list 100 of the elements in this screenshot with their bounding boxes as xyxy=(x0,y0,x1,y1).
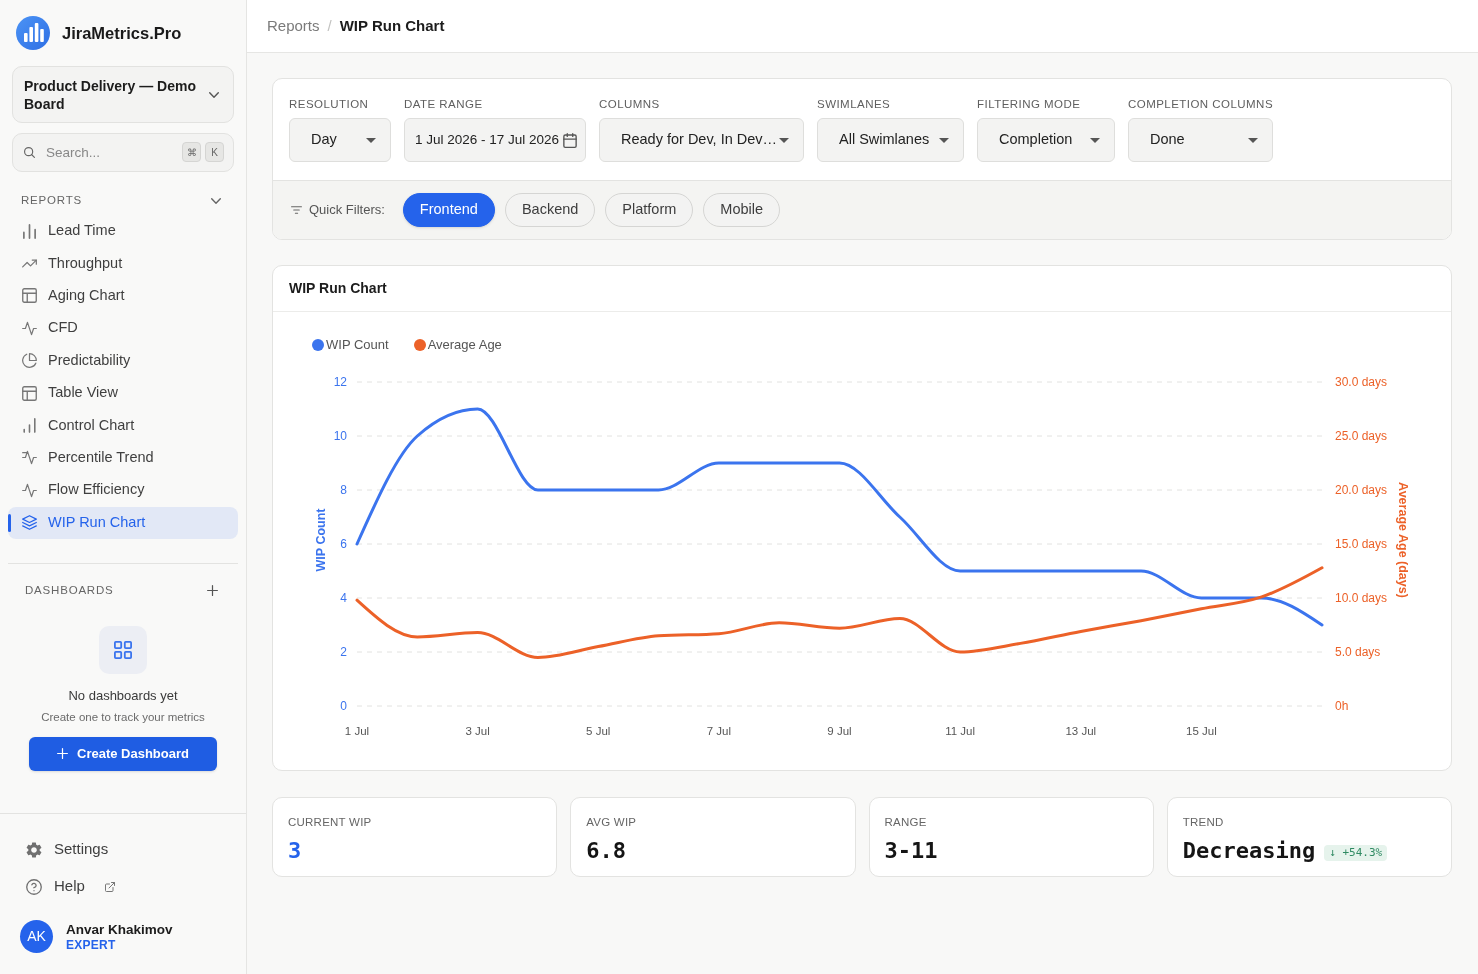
nav-item[interactable]: Table View xyxy=(8,376,238,410)
legend-label: WIP Count xyxy=(326,336,389,355)
filter-chip[interactable]: Frontend xyxy=(402,193,495,227)
filter-label: SWIMLANES xyxy=(817,97,892,111)
calendar-icon xyxy=(563,132,578,148)
filter-label: COMPLETION COLUMNS xyxy=(1128,97,1274,111)
caret-down-icon xyxy=(366,137,376,143)
axis-tick-label: 0 xyxy=(340,699,347,713)
axis-tick-label: 8 xyxy=(340,483,347,497)
user-role: EXPERT xyxy=(66,937,117,953)
filter-label: RESOLUTION xyxy=(289,97,370,111)
grid-icon xyxy=(99,625,147,674)
breadcrumb-link[interactable]: Reports xyxy=(267,14,320,38)
breadcrumb-separator: / xyxy=(327,15,332,36)
axis-tick-label: 10 xyxy=(333,429,347,443)
axis-tick-label: 20.0 days xyxy=(1335,483,1388,497)
nav-item[interactable]: Flow Efficiency xyxy=(8,474,238,507)
empty-state-title: No dashboards yet xyxy=(68,686,178,705)
axis-tick-label: 15 Jul xyxy=(1186,725,1217,737)
active-indicator xyxy=(8,513,11,532)
axis-tick-label: 13 Jul xyxy=(1065,725,1097,737)
caret-down-icon xyxy=(779,137,789,143)
nav-item[interactable]: CFD xyxy=(8,312,238,345)
section-title: REPORTS xyxy=(21,193,83,209)
dropdown[interactable]: Completion xyxy=(977,118,1115,162)
stat-label: AVG WIP xyxy=(586,815,638,829)
axis-tick-label: 15.0 days xyxy=(1335,537,1388,551)
stat-label: CURRENT WIP xyxy=(288,815,373,829)
user-avatar: AK xyxy=(20,920,53,953)
settings-icon xyxy=(26,841,42,858)
plus-icon xyxy=(57,748,68,760)
layout-icon xyxy=(22,385,37,401)
caret-down-icon xyxy=(1248,137,1258,143)
layers-icon xyxy=(22,515,37,531)
nav-item[interactable]: Percentile Trend xyxy=(8,441,238,475)
logo-icon xyxy=(16,16,50,50)
axis-tick-label: 2 xyxy=(340,645,347,659)
bar-chart-icon xyxy=(22,418,37,434)
nav-item[interactable]: Throughput xyxy=(8,247,238,280)
stat-value: Decreasing xyxy=(1182,837,1316,865)
axis-tick-label: 5.0 days xyxy=(1335,645,1381,659)
filter-icon xyxy=(291,206,302,214)
pie-chart-icon xyxy=(22,353,37,369)
axis-tick-label: 11 Jul xyxy=(945,725,976,737)
dropdown[interactable]: Done xyxy=(1128,118,1273,162)
axis-title: WIP Count xyxy=(314,508,328,572)
filter-label: FILTERING MODE xyxy=(977,97,1082,111)
nav-item[interactable]: Lead Time xyxy=(8,215,238,248)
axis-tick-label: 7 Jul xyxy=(706,725,731,737)
plus-icon[interactable] xyxy=(207,585,218,597)
pulse-line-icon xyxy=(22,482,37,498)
nav-item[interactable]: Predictability xyxy=(8,344,238,377)
legend-label: Average Age xyxy=(427,336,502,355)
axis-tick-label: 10.0 days xyxy=(1335,591,1388,605)
nav-item[interactable]: Control Chart xyxy=(8,409,238,442)
axis-tick-label: 30.0 days xyxy=(1335,375,1388,389)
nav-item[interactable]: Aging Chart xyxy=(8,279,238,313)
chart-title: WIP Run Chart xyxy=(289,279,387,298)
axis-tick-label: 4 xyxy=(340,591,347,605)
create-dashboard-button[interactable]: Create Dashboard xyxy=(29,736,217,771)
dropdown[interactable]: Ready for Dev, In Dev… xyxy=(599,118,804,162)
chevron-down-icon[interactable] xyxy=(211,198,221,204)
user-name: Anvar Khakimov xyxy=(66,920,173,938)
filter-chip[interactable]: Mobile xyxy=(703,193,781,227)
quick-filters-label: Quick Filters: xyxy=(309,201,385,220)
dropdown[interactable]: Day xyxy=(289,118,391,162)
stat-value: 3-11 xyxy=(884,837,938,865)
settings-link[interactable]: Settings xyxy=(0,831,246,868)
dropdown[interactable]: All Swimlanes xyxy=(817,118,964,162)
help-icon xyxy=(26,878,42,895)
trend-badge: ↓ +54.3% xyxy=(1324,845,1388,861)
board-selector[interactable]: Product Delivery — Demo Board xyxy=(12,66,234,123)
filter-chip[interactable]: Platform xyxy=(605,193,694,227)
caret-down-icon xyxy=(939,137,949,143)
axis-title: Average Age (days) xyxy=(1396,482,1410,598)
pulse-line-icon xyxy=(22,320,37,336)
axis-tick-label: 0h xyxy=(1335,699,1349,713)
stat-label: RANGE xyxy=(884,815,928,829)
axis-tick-label: 9 Jul xyxy=(827,725,852,737)
date-range-picker[interactable]: 1 Jul 2026 - 17 Jul 2026 xyxy=(404,118,586,162)
pulse-line-icon xyxy=(22,450,37,466)
filter-chip[interactable]: Backend xyxy=(504,193,596,227)
breadcrumb-current: WIP Run Chart xyxy=(339,15,445,36)
bar-chart-icon xyxy=(22,223,37,239)
empty-state-text: Create one to track your metrics xyxy=(41,709,205,725)
nav-item[interactable]: WIP Run Chart xyxy=(8,506,238,539)
section-title: DASHBOARDS xyxy=(25,583,114,599)
filter-label: DATE RANGE xyxy=(404,97,484,111)
search-icon xyxy=(24,147,35,158)
axis-tick-label: 25.0 days xyxy=(1335,429,1388,443)
stat-value: 3 xyxy=(288,837,302,865)
caret-down-icon xyxy=(1090,137,1100,143)
chevron-down-icon xyxy=(209,91,219,98)
filter-label: COLUMNS xyxy=(599,97,661,111)
help-link[interactable]: Help xyxy=(0,868,246,905)
layout-icon xyxy=(22,288,37,304)
axis-tick-label: 12 xyxy=(333,375,347,389)
shortcut-key: ⌘ xyxy=(182,142,201,162)
axis-tick-label: 6 xyxy=(340,537,347,551)
axis-tick-label: 1 Jul xyxy=(344,725,370,737)
